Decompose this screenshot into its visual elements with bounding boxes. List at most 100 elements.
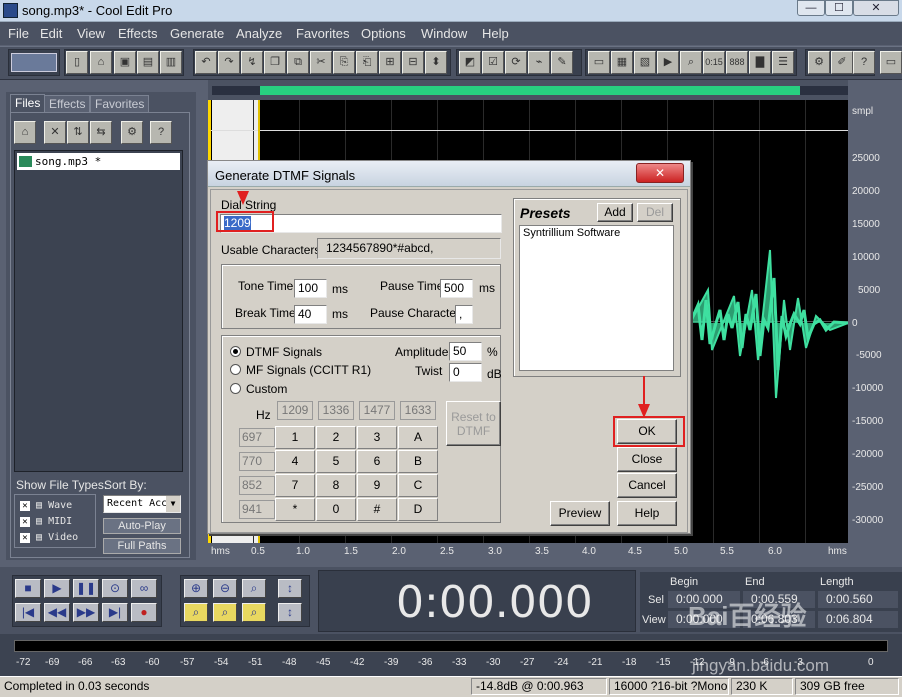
pause-icon[interactable]: ❚❚ [73, 579, 99, 598]
check-icon[interactable]: ☑ [482, 51, 504, 74]
fast-forward-icon[interactable]: ▶▶ [73, 603, 99, 622]
loop-icon[interactable]: ⟳ [505, 51, 527, 74]
menu-favorites[interactable]: Favorites [296, 26, 349, 41]
key-button[interactable]: * [275, 498, 315, 521]
new-file-icon[interactable]: ▯ [66, 51, 88, 74]
key-button[interactable]: A [398, 426, 438, 449]
key-button[interactable]: C [398, 474, 438, 497]
menu-edit[interactable]: Edit [40, 26, 62, 41]
radio-custom-label[interactable]: Custom [246, 382, 287, 396]
tone-time-input[interactable]: 100 [294, 279, 327, 298]
level-window-icon[interactable]: ▇ [749, 51, 771, 74]
maximize-button[interactable]: ☐ [825, 0, 853, 16]
pause-character-input[interactable]: , [455, 305, 473, 324]
menu-window[interactable]: Window [421, 26, 467, 41]
zoom-left-icon[interactable]: ⌕ [184, 603, 208, 622]
play-to-end-icon[interactable]: ⊙ [102, 579, 128, 598]
dialog-close-icon[interactable]: ✕ [636, 163, 684, 183]
app-icon[interactable] [3, 3, 18, 18]
key-button[interactable]: B [398, 450, 438, 473]
view-length-field[interactable]: 0:06.804 [818, 611, 898, 628]
chevron-down-icon[interactable]: ▼ [166, 496, 180, 512]
menu-analyze[interactable]: Analyze [236, 26, 282, 41]
undo-icon[interactable]: ↶ [195, 51, 217, 74]
overflow-icon[interactable]: ▭ [880, 51, 902, 74]
status-window-icon[interactable]: ☰ [772, 51, 794, 74]
radio-dtmf[interactable] [230, 346, 241, 357]
zoom-selection-icon[interactable]: ⌕ [242, 603, 266, 622]
repeat-icon[interactable]: ↯ [241, 51, 263, 74]
help-icon[interactable]: ? [853, 51, 875, 74]
insert-multitrack-icon[interactable]: ⇅ [67, 121, 89, 144]
key-button[interactable]: 9 [357, 474, 397, 497]
break-time-input[interactable]: 40 [294, 305, 327, 324]
stop-icon[interactable]: ■ [15, 579, 41, 598]
help-button[interactable]: Help [617, 501, 677, 526]
paste-new-icon[interactable]: ⎗ [356, 51, 378, 74]
zoom-right-icon[interactable]: ⌕ [213, 603, 237, 622]
col-freq-input[interactable]: 1477 [359, 401, 395, 420]
record-icon[interactable]: ● [131, 603, 157, 622]
open-file-icon[interactable]: ⌂ [90, 51, 112, 74]
open-folder-icon[interactable]: ⌂ [14, 121, 36, 144]
key-button[interactable]: D [398, 498, 438, 521]
key-button[interactable]: 5 [316, 450, 356, 473]
play-window-icon[interactable]: ▶ [657, 51, 679, 74]
tab-favorites[interactable]: Favorites [90, 95, 150, 113]
properties-icon[interactable]: ⚙ [121, 121, 143, 144]
settings-icon[interactable]: ⚙ [808, 51, 830, 74]
close-icon[interactable]: ✕ [44, 121, 66, 144]
cue-icon[interactable]: ⌁ [528, 51, 550, 74]
key-button[interactable]: 6 [357, 450, 397, 473]
zoom-in-vertical-icon[interactable]: ↕ [278, 579, 302, 598]
radio-custom[interactable] [230, 383, 241, 394]
loop-play-icon[interactable]: ∞ [131, 579, 157, 598]
row-freq-input[interactable]: 697 [239, 428, 275, 447]
close-file-icon[interactable]: ▥ [160, 51, 182, 74]
key-button[interactable]: 2 [316, 426, 356, 449]
auto-play-button[interactable]: Auto-Play [103, 518, 181, 534]
row-freq-input[interactable]: 941 [239, 500, 275, 519]
row-freq-input[interactable]: 770 [239, 452, 275, 471]
delete-preset-button[interactable]: Del [637, 203, 673, 222]
preset-item[interactable]: Syntrillium Software [523, 227, 620, 239]
radio-mf-label[interactable]: MF Signals (CCITT R1) [246, 363, 371, 377]
zoom-out-vertical-icon[interactable]: ↕ [278, 603, 302, 622]
radio-dtmf-label[interactable]: DTMF Signals [246, 345, 322, 359]
sort-by-select[interactable]: Recent Acc ▼ [103, 495, 181, 513]
key-button[interactable]: # [357, 498, 397, 521]
overview-range[interactable] [260, 86, 800, 95]
amplitude-input[interactable]: 50 [449, 342, 482, 361]
redo-icon[interactable]: ↷ [218, 51, 240, 74]
cancel-button[interactable]: Cancel [617, 473, 677, 498]
mix-paste-icon[interactable]: ⊞ [379, 51, 401, 74]
go-to-start-icon[interactable]: |◀ [15, 603, 41, 622]
marker-icon[interactable]: ✎ [551, 51, 573, 74]
file-type-midi[interactable]: ✕ ▤ MIDI [20, 514, 78, 530]
twist-input[interactable]: 0 [449, 363, 482, 382]
reset-to-dtmf-button[interactable]: Reset to DTMF [446, 401, 501, 446]
add-preset-button[interactable]: Add [597, 203, 633, 222]
copy-icon[interactable]: ❐ [264, 51, 286, 74]
minimize-button[interactable]: — [797, 0, 825, 16]
tab-files[interactable]: Files [10, 94, 46, 112]
numeric-window-icon[interactable]: 888 [726, 51, 748, 74]
image-icon[interactable]: ▧ [634, 51, 656, 74]
spectral-view-icon[interactable]: ◩ [459, 51, 481, 74]
zoom-in-icon[interactable]: ⊕ [184, 579, 208, 598]
menu-view[interactable]: View [77, 26, 105, 41]
zoom-out-icon[interactable]: ⊖ [213, 579, 237, 598]
save-as-icon[interactable]: ▤ [137, 51, 159, 74]
radio-mf[interactable] [230, 364, 241, 375]
rewind-icon[interactable]: ◀◀ [44, 603, 70, 622]
col-freq-input[interactable]: 1209 [277, 401, 313, 420]
sel-length-field[interactable]: 0:00.560 [818, 591, 898, 608]
crop-icon[interactable]: ⬍ [425, 51, 447, 74]
key-button[interactable]: 0 [316, 498, 356, 521]
key-button[interactable]: 7 [275, 474, 315, 497]
zoom-window-icon[interactable]: ⌕ [680, 51, 702, 74]
cut-icon[interactable]: ✂ [310, 51, 332, 74]
presets-list[interactable] [519, 225, 674, 371]
help-icon[interactable]: ? [150, 121, 172, 144]
paste-icon[interactable]: ⎘ [333, 51, 355, 74]
